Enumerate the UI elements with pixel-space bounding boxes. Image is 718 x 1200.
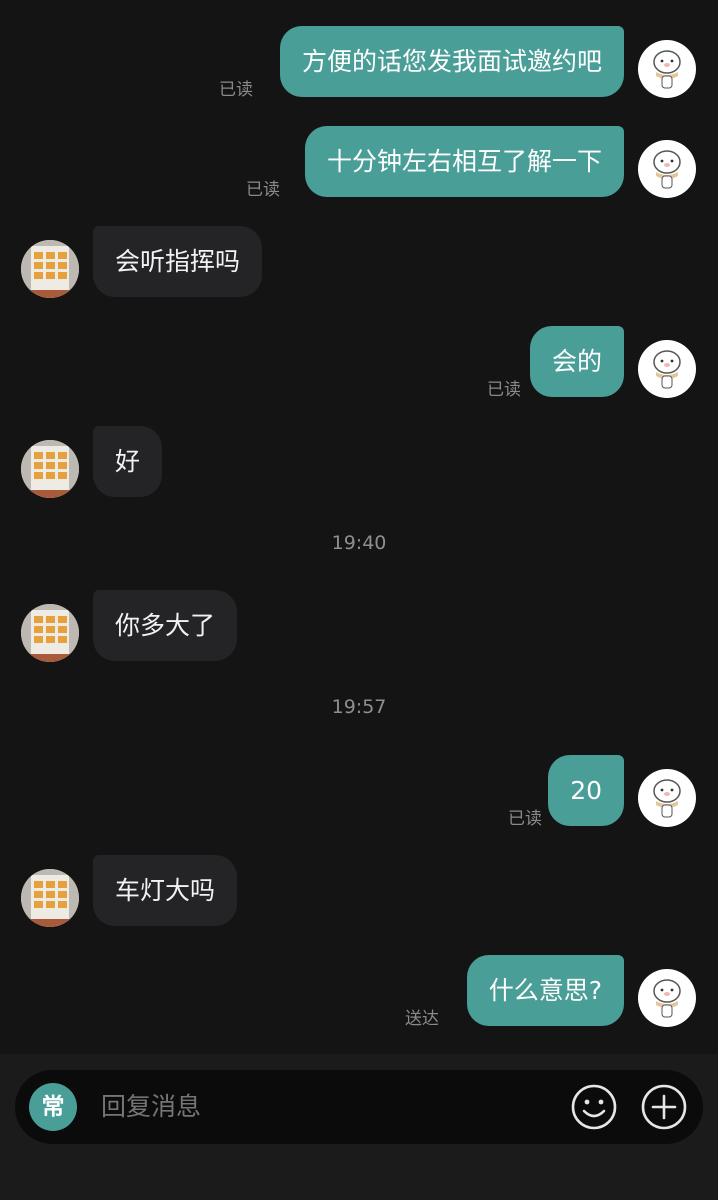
message-row-outgoing: 已读 20 (0, 755, 718, 829)
timestamp: 19:40 (331, 532, 387, 554)
quick-phrase-button[interactable]: 常 (29, 1083, 77, 1131)
my-avatar[interactable] (638, 969, 696, 1027)
message-bubble-outgoing[interactable]: 20 (548, 755, 624, 826)
pig-avatar-icon (653, 779, 681, 818)
read-status: 已读 (487, 380, 521, 400)
read-status: 已读 (508, 809, 542, 829)
message-bubble-outgoing[interactable]: 十分钟左右相互了解一下 (304, 126, 624, 197)
pig-avatar-icon (653, 350, 681, 389)
reply-input[interactable] (101, 1070, 541, 1144)
smiley-face-icon (571, 1084, 617, 1130)
message-bubble-incoming[interactable]: 好 (93, 426, 163, 497)
composer-pill: 常 (15, 1070, 703, 1144)
food-poster-avatar-icon (21, 440, 79, 498)
food-poster-avatar-icon (21, 240, 79, 298)
food-poster-avatar-icon (21, 869, 79, 927)
my-avatar[interactable] (638, 340, 696, 398)
plus-button[interactable] (640, 1083, 688, 1131)
pig-avatar-icon (653, 979, 681, 1018)
contact-avatar[interactable] (21, 440, 79, 498)
message-row-outgoing: 已读 方便的话您发我面试邀约吧 (0, 26, 718, 100)
my-avatar[interactable] (638, 140, 696, 198)
timestamp: 19:57 (331, 696, 387, 718)
contact-avatar[interactable] (21, 604, 79, 662)
pig-avatar-icon (653, 150, 681, 189)
pig-avatar-icon (653, 50, 681, 89)
my-avatar[interactable] (638, 40, 696, 98)
delivered-status: 送达 (405, 1009, 439, 1029)
message-bubble-incoming[interactable]: 你多大了 (93, 590, 238, 661)
plus-circle-icon (641, 1084, 687, 1130)
message-bubble-outgoing[interactable]: 方便的话您发我面试邀约吧 (279, 26, 624, 97)
message-bubble-outgoing[interactable]: 什么意思? (466, 955, 624, 1026)
message-row-incoming: 好 (0, 426, 718, 498)
emoji-button[interactable] (570, 1083, 618, 1131)
read-status: 已读 (219, 80, 253, 100)
food-poster-avatar-icon (21, 604, 79, 662)
message-bubble-outgoing[interactable]: 会的 (529, 326, 624, 397)
message-bubble-incoming[interactable]: 车灯大吗 (93, 855, 238, 926)
message-row-outgoing: 已读 十分钟左右相互了解一下 (0, 126, 718, 200)
message-row-incoming: 会听指挥吗 (0, 226, 718, 298)
read-status: 已读 (246, 180, 280, 200)
message-row-outgoing: 已读 会的 (0, 326, 718, 400)
message-row-incoming: 你多大了 (0, 590, 718, 662)
message-bubble-incoming[interactable]: 会听指挥吗 (93, 226, 263, 297)
composer-bar: 常 (0, 1054, 718, 1200)
message-row-incoming: 车灯大吗 (0, 855, 718, 927)
message-row-outgoing: 送达 什么意思? (0, 955, 718, 1029)
contact-avatar[interactable] (21, 240, 79, 298)
contact-avatar[interactable] (21, 869, 79, 927)
my-avatar[interactable] (638, 769, 696, 827)
